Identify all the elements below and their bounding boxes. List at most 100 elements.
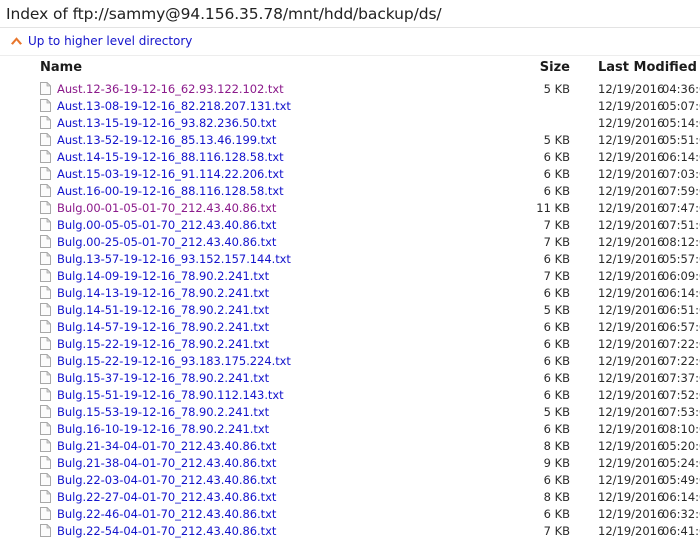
cell-file-name: Aust.13-08-19-12-16_82.218.207.131.txt	[0, 98, 492, 115]
file-icon	[40, 201, 51, 214]
modified-date: 12/19/2016	[598, 235, 665, 249]
file-link[interactable]: Bulg.00-01-05-01-70_212.43.40.86.txt	[57, 201, 276, 215]
file-link[interactable]: Bulg.22-46-04-01-70_212.43.40.86.txt	[57, 507, 276, 521]
cell-file-size: 8 KB	[543, 490, 570, 504]
table-row[interactable]: Bulg.16-10-19-12-16_78.90.2.241.txt 6 KB 1…	[0, 421, 700, 438]
table-row[interactable]: Aust.15-03-19-12-16_91.114.22.206.txt 6 K…	[0, 166, 700, 183]
modified-date: 12/19/2016	[598, 456, 665, 470]
cell-file-name: Aust.14-15-19-12-16_88.116.128.58.txt	[0, 149, 492, 166]
file-link[interactable]: Bulg.15-37-19-12-16_78.90.2.241.txt	[57, 371, 269, 385]
file-link[interactable]: Aust.12-36-19-12-16_62.93.122.102.txt	[57, 82, 284, 96]
cell-last-modified: 12/19/201604:36:00 AM	[576, 81, 700, 98]
cell-file-name: Bulg.14-13-19-12-16_78.90.2.241.txt	[0, 285, 492, 302]
cell-last-modified: 12/19/201606:14:00 AM	[576, 149, 700, 166]
table-row[interactable]: Aust.13-08-19-12-16_82.218.207.131.txt 12…	[0, 98, 700, 115]
file-link[interactable]: Bulg.15-51-19-12-16_78.90.112.143.txt	[57, 388, 284, 402]
cell-last-modified: 12/19/201606:09:00 AM	[576, 268, 700, 285]
directory-listing-table: Name Size Last Modified Aust.12-36-19-12…	[0, 60, 700, 540]
file-link[interactable]: Bulg.22-03-04-01-70_212.43.40.86.txt	[57, 473, 276, 487]
modified-date: 12/19/2016	[598, 150, 665, 164]
table-row[interactable]: Aust.13-52-19-12-16_85.13.46.199.txt 5 KB…	[0, 132, 700, 149]
cell-file-size: 6 KB	[543, 371, 570, 385]
modified-date: 12/19/2016	[598, 337, 665, 351]
table-row[interactable]: Bulg.13-57-19-12-16_93.152.157.144.txt 6 …	[0, 251, 700, 268]
table-row[interactable]: Aust.12-36-19-12-16_62.93.122.102.txt 5 K…	[0, 81, 700, 98]
file-link[interactable]: Bulg.15-22-19-12-16_78.90.2.241.txt	[57, 337, 269, 351]
cell-file-size: 6 KB	[543, 388, 570, 402]
table-row[interactable]: Bulg.14-51-19-12-16_78.90.2.241.txt 5 KB 1…	[0, 302, 700, 319]
file-icon	[40, 218, 51, 231]
file-link[interactable]: Bulg.14-09-19-12-16_78.90.2.241.txt	[57, 269, 269, 283]
table-row[interactable]: Bulg.15-53-19-12-16_78.90.2.241.txt 5 KB 1…	[0, 404, 700, 421]
file-link[interactable]: Bulg.21-38-04-01-70_212.43.40.86.txt	[57, 456, 276, 470]
table-row[interactable]: Bulg.22-46-04-01-70_212.43.40.86.txt 6 KB…	[0, 506, 700, 523]
up-to-higher-level-directory-link[interactable]: Up to higher level directory	[28, 34, 192, 48]
file-link[interactable]: Aust.15-03-19-12-16_91.114.22.206.txt	[57, 167, 284, 181]
table-row[interactable]: Bulg.21-34-04-01-70_212.43.40.86.txt 8 KB…	[0, 438, 700, 455]
cell-last-modified: 12/19/201607:47:00 AM	[576, 200, 700, 217]
modified-date: 12/19/2016	[598, 439, 665, 453]
table-row[interactable]: Aust.16-00-19-12-16_88.116.128.58.txt 6 K…	[0, 183, 700, 200]
table-row[interactable]: Bulg.00-01-05-01-70_212.43.40.86.txt 11 K…	[0, 200, 700, 217]
table-row[interactable]: Bulg.15-22-19-12-16_78.90.2.241.txt 6 KB 1…	[0, 336, 700, 353]
table-row[interactable]: Bulg.15-22-19-12-16_93.183.175.224.txt 6 …	[0, 353, 700, 370]
cell-file-size: 7 KB	[543, 218, 570, 232]
cell-last-modified: 12/19/201607:52:00 AM	[576, 387, 700, 404]
column-header-name[interactable]: Name	[0, 60, 492, 81]
up-divider	[0, 55, 700, 56]
file-icon	[40, 184, 51, 197]
table-row[interactable]: Bulg.15-37-19-12-16_78.90.2.241.txt 6 KB 1…	[0, 370, 700, 387]
cell-file-name: Bulg.16-10-19-12-16_78.90.2.241.txt	[0, 421, 492, 438]
file-link[interactable]: Aust.16-00-19-12-16_88.116.128.58.txt	[57, 184, 284, 198]
page-title: Index of ftp://sammy@94.156.35.78/mnt/hd…	[6, 5, 442, 23]
cell-file-size: 6 KB	[543, 422, 570, 436]
table-row[interactable]: Bulg.15-51-19-12-16_78.90.112.143.txt 6 K…	[0, 387, 700, 404]
cell-file-name: Bulg.00-05-05-01-70_212.43.40.86.txt	[0, 217, 492, 234]
column-header-last-modified[interactable]: Last Modified	[576, 60, 700, 81]
table-row[interactable]: Bulg.00-25-05-01-70_212.43.40.86.txt 7 KB…	[0, 234, 700, 251]
table-row[interactable]: Bulg.22-54-04-01-70_212.43.40.86.txt 7 KB…	[0, 523, 700, 540]
modified-time: 07:37:00 AM	[662, 371, 700, 385]
file-link[interactable]: Bulg.14-13-19-12-16_78.90.2.241.txt	[57, 286, 269, 300]
file-link[interactable]: Bulg.16-10-19-12-16_78.90.2.241.txt	[57, 422, 269, 436]
cell-file-size: 6 KB	[543, 354, 570, 368]
file-link[interactable]: Aust.14-15-19-12-16_88.116.128.58.txt	[57, 150, 284, 164]
file-icon	[40, 303, 51, 316]
modified-time: 06:09:00 AM	[662, 269, 700, 283]
file-link[interactable]: Bulg.22-27-04-01-70_212.43.40.86.txt	[57, 490, 276, 504]
modified-date: 12/19/2016	[598, 320, 665, 334]
file-link[interactable]: Bulg.14-57-19-12-16_78.90.2.241.txt	[57, 320, 269, 334]
table-row[interactable]: Bulg.14-13-19-12-16_78.90.2.241.txt 6 KB 1…	[0, 285, 700, 302]
table-row[interactable]: Bulg.22-03-04-01-70_212.43.40.86.txt 6 KB…	[0, 472, 700, 489]
table-row[interactable]: Bulg.21-38-04-01-70_212.43.40.86.txt 9 KB…	[0, 455, 700, 472]
file-link[interactable]: Bulg.21-34-04-01-70_212.43.40.86.txt	[57, 439, 276, 453]
file-link[interactable]: Bulg.00-25-05-01-70_212.43.40.86.txt	[57, 235, 276, 249]
file-link[interactable]: Aust.13-15-19-12-16_93.82.236.50.txt	[57, 116, 276, 130]
table-row[interactable]: Aust.14-15-19-12-16_88.116.128.58.txt 6 K…	[0, 149, 700, 166]
file-icon	[40, 99, 51, 112]
table-row[interactable]: Bulg.00-05-05-01-70_212.43.40.86.txt 7 KB…	[0, 217, 700, 234]
file-link[interactable]: Aust.13-52-19-12-16_85.13.46.199.txt	[57, 133, 276, 147]
table-row[interactable]: Bulg.22-27-04-01-70_212.43.40.86.txt 8 KB…	[0, 489, 700, 506]
up-directory-row[interactable]: Up to higher level directory	[0, 28, 700, 50]
table-row[interactable]: Aust.13-15-19-12-16_93.82.236.50.txt 12/1…	[0, 115, 700, 132]
modified-date: 12/19/2016	[598, 252, 665, 266]
file-link[interactable]: Bulg.15-22-19-12-16_93.183.175.224.txt	[57, 354, 291, 368]
cell-file-size: 6 KB	[543, 150, 570, 164]
file-link[interactable]: Bulg.15-53-19-12-16_78.90.2.241.txt	[57, 405, 269, 419]
table-header: Name Size Last Modified	[0, 60, 700, 81]
file-link[interactable]: Bulg.00-05-05-01-70_212.43.40.86.txt	[57, 218, 276, 232]
file-link[interactable]: Bulg.13-57-19-12-16_93.152.157.144.txt	[57, 252, 291, 266]
file-link[interactable]: Bulg.22-54-04-01-70_212.43.40.86.txt	[57, 524, 276, 538]
table-row[interactable]: Bulg.14-57-19-12-16_78.90.2.241.txt 6 KB 1…	[0, 319, 700, 336]
cell-last-modified: 12/19/201607:51:00 AM	[576, 217, 700, 234]
file-link[interactable]: Aust.13-08-19-12-16_82.218.207.131.txt	[57, 99, 291, 113]
cell-file-name: Aust.16-00-19-12-16_88.116.128.58.txt	[0, 183, 492, 200]
table-row[interactable]: Bulg.14-09-19-12-16_78.90.2.241.txt 7 KB 1…	[0, 268, 700, 285]
modified-date: 12/19/2016	[598, 473, 665, 487]
file-icon	[40, 354, 51, 367]
modified-time: 08:12:00 AM	[662, 235, 700, 249]
column-header-size[interactable]: Size	[492, 60, 576, 81]
cell-last-modified: 12/19/201607:03:00 AM	[576, 166, 700, 183]
file-link[interactable]: Bulg.14-51-19-12-16_78.90.2.241.txt	[57, 303, 269, 317]
